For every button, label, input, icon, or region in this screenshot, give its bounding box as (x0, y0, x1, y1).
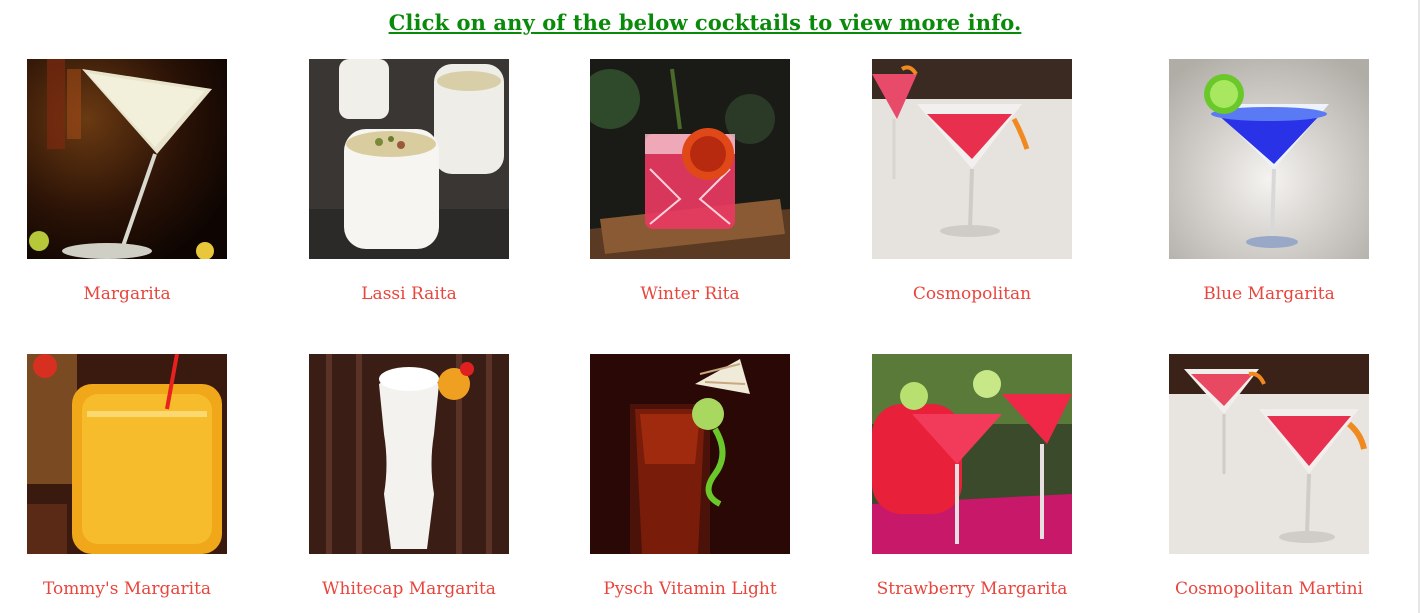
cocktail-name[interactable]: Cosmopolitan (832, 283, 1112, 305)
cocktail-name[interactable]: Strawberry Margarita (832, 578, 1112, 600)
cocktail-card-strawberry-margarita[interactable]: Strawberry Margarita (832, 354, 1112, 600)
lassi-photo[interactable] (309, 59, 509, 259)
view-info-instruction-link[interactable]: Click on any of the below cocktails to v… (0, 10, 1410, 35)
cocktail-name[interactable]: Margarita (0, 283, 267, 305)
cocktail-card-lassi-raita[interactable]: Lassi Raita (269, 59, 549, 305)
cocktail-card-cosmopolitan[interactable]: Cosmopolitan (832, 59, 1112, 305)
cocktail-card-pysch-vitamin-light[interactable]: Pysch Vitamin Light (550, 354, 830, 600)
blue-margarita-photo[interactable] (1169, 59, 1369, 259)
cosmopolitan-photo[interactable] (872, 59, 1072, 259)
cocktail-gallery-page: Click on any of the below cocktails to v… (0, 0, 1420, 613)
cocktail-name[interactable]: Cosmopolitan Martini (1129, 578, 1409, 600)
cocktail-name[interactable]: Blue Margarita (1129, 283, 1409, 305)
cocktail-card-tommys-margarita[interactable]: Tommy's Margarita (0, 354, 267, 600)
cocktail-name[interactable]: Whitecap Margarita (269, 578, 549, 600)
cosmopolitan-martini-photo[interactable] (1169, 354, 1369, 554)
cocktail-card-margarita[interactable]: Margarita (0, 59, 267, 305)
cocktail-name[interactable]: Tommy's Margarita (0, 578, 267, 600)
cocktail-card-winter-rita[interactable]: Winter Rita (550, 59, 830, 305)
winter-rita-photo[interactable] (590, 59, 790, 259)
cocktail-card-cosmopolitan-martini[interactable]: Cosmopolitan Martini (1129, 354, 1409, 600)
pysch-vitamin-light-photo[interactable] (590, 354, 790, 554)
tommys-margarita-photo[interactable] (27, 354, 227, 554)
cocktail-name[interactable]: Pysch Vitamin Light (550, 578, 830, 600)
cocktail-name[interactable]: Winter Rita (550, 283, 830, 305)
cocktail-card-blue-margarita[interactable]: Blue Margarita (1129, 59, 1409, 305)
whitecap-margarita-photo[interactable] (309, 354, 509, 554)
margarita-photo[interactable] (27, 59, 227, 259)
strawberry-margarita-photo[interactable] (872, 354, 1072, 554)
cocktail-card-whitecap-margarita[interactable]: Whitecap Margarita (269, 354, 549, 600)
cocktail-name[interactable]: Lassi Raita (269, 283, 549, 305)
